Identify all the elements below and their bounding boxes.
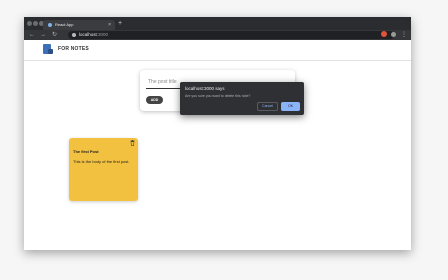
browser-toolbar: ← → ↻ localhost:3000 ⋮ — [24, 30, 411, 40]
back-icon[interactable]: ← — [29, 31, 35, 39]
tab-bar: React App × + — [24, 17, 411, 30]
url-port: :3000 — [96, 32, 109, 37]
confirm-dialog: localhost:3000 says Are you sure you wan… — [180, 82, 304, 115]
notes-logo-icon — [43, 44, 53, 54]
minimize-window-dot[interactable] — [33, 21, 38, 26]
dialog-message: Are you sure you want to delete this not… — [185, 94, 251, 98]
tab-title: React App — [55, 22, 74, 27]
page-content: FOR NOTES ADD The first Post This is the… — [24, 40, 411, 250]
reload-icon[interactable]: ↻ — [52, 31, 57, 39]
react-favicon-icon — [48, 23, 52, 27]
url-host: localhost — [79, 32, 97, 37]
new-tab-icon[interactable]: + — [118, 19, 122, 28]
profile-icon[interactable] — [391, 32, 396, 37]
dialog-title: localhost:3000 says — [185, 86, 225, 91]
url-text: localhost:3000 — [79, 31, 108, 39]
app-header: FOR NOTES — [24, 40, 411, 61]
browser-window: React App × + ← → ↻ localhost:3000 ⋮ FOR… — [24, 17, 411, 250]
address-bar[interactable]: localhost:3000 — [68, 31, 394, 39]
note-card: The first Post This is the body of the f… — [69, 138, 138, 201]
note-title: The first Post — [73, 149, 99, 154]
cancel-button[interactable]: Cancel — [257, 102, 278, 111]
close-window-dot[interactable] — [27, 21, 32, 26]
site-info-icon[interactable] — [72, 33, 76, 37]
menu-icon[interactable]: ⋮ — [401, 31, 407, 39]
tab-close-icon[interactable]: × — [108, 21, 111, 29]
ok-button[interactable]: OK — [281, 102, 300, 111]
app-brand: FOR NOTES — [58, 46, 89, 52]
add-button[interactable]: ADD — [146, 96, 163, 104]
forward-icon[interactable]: → — [40, 31, 46, 39]
note-body: This is the body of the first post. — [73, 159, 130, 164]
extension-icon[interactable] — [381, 31, 387, 37]
browser-tab[interactable]: React App × — [43, 20, 115, 30]
trash-icon[interactable] — [130, 140, 135, 146]
